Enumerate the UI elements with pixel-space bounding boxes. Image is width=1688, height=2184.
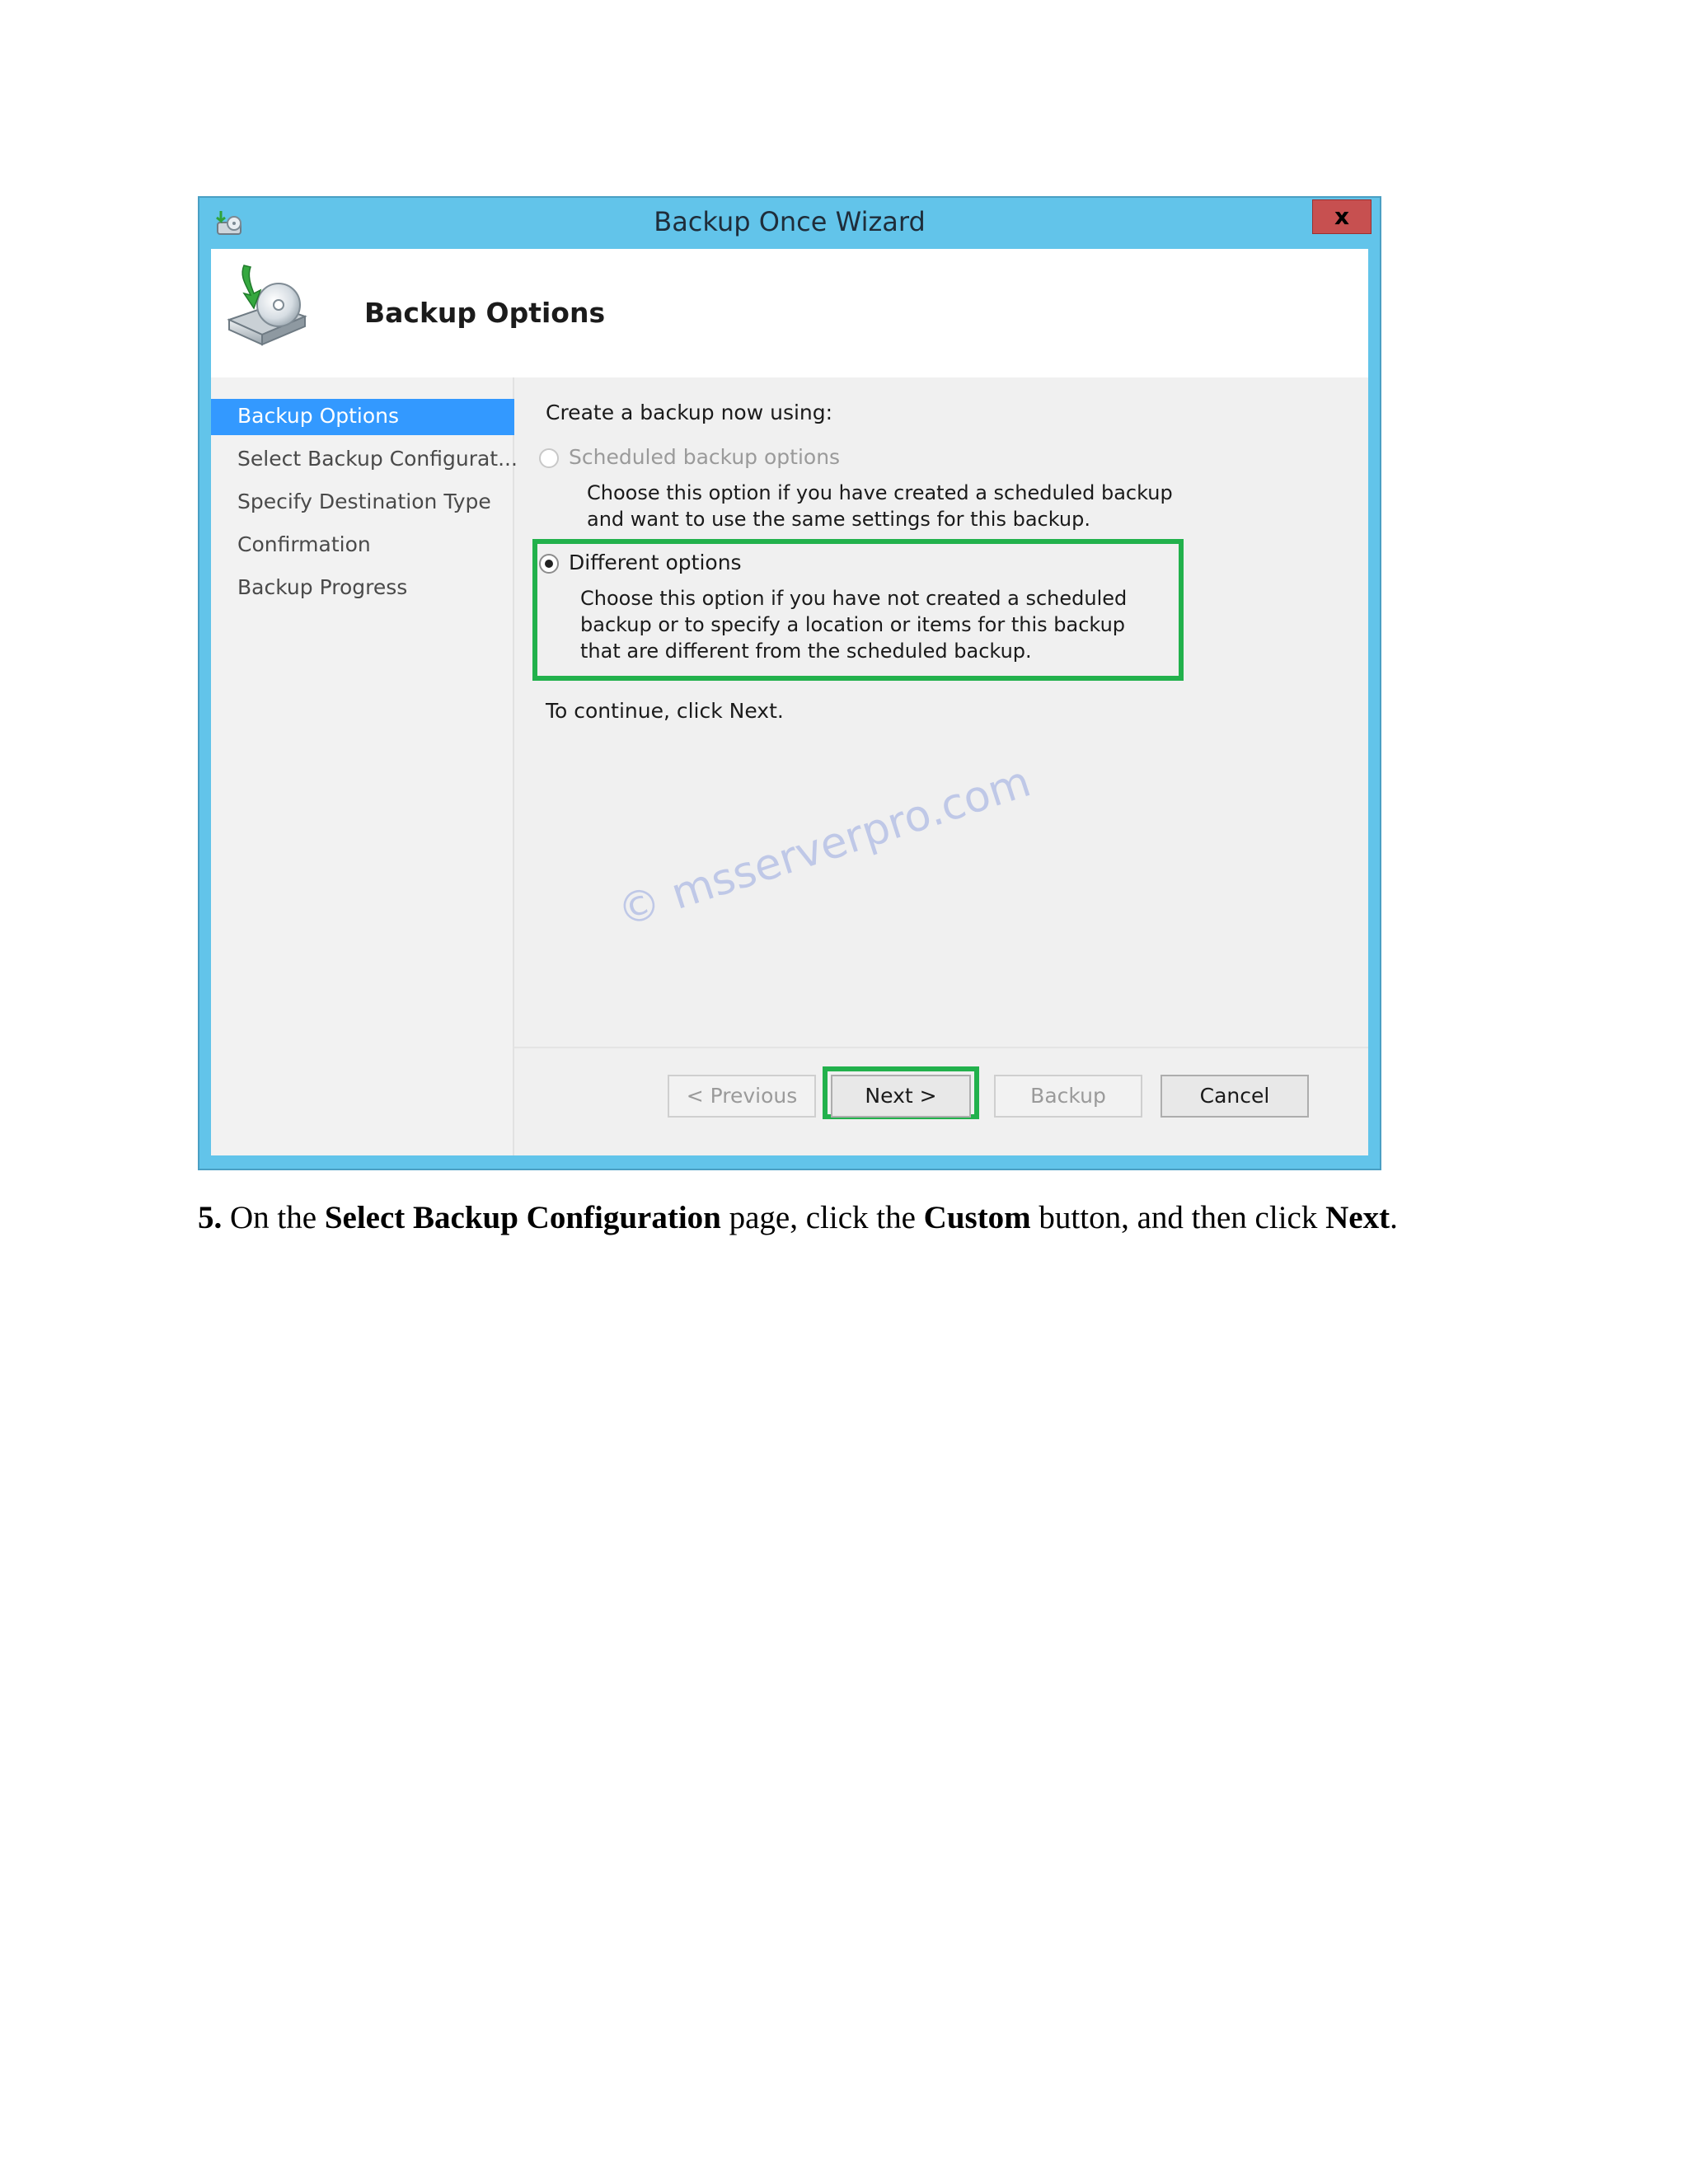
previous-button[interactable]: < Previous bbox=[668, 1075, 816, 1118]
backup-once-wizard-dialog: Backup Once Wizard x Backup Options Back… bbox=[198, 196, 1381, 1170]
step-instruction: 5. On the Select Backup Configuration pa… bbox=[198, 1197, 1434, 1240]
backup-button[interactable]: Backup bbox=[994, 1075, 1142, 1118]
page-title: Backup Options bbox=[364, 297, 606, 329]
sidebar-item-confirmation[interactable]: Confirmation bbox=[211, 527, 514, 564]
step-number: 5. bbox=[198, 1200, 223, 1235]
sidebar-item-select-backup-configuration[interactable]: Select Backup Configurat... bbox=[211, 442, 518, 478]
step-bold-button-name: Custom bbox=[923, 1200, 1031, 1235]
title-bar[interactable]: Backup Once Wizard x bbox=[199, 198, 1380, 249]
scheduled-options-radio[interactable] bbox=[539, 448, 559, 468]
scheduled-options-description: Choose this option if you have created a… bbox=[587, 481, 1173, 531]
next-button[interactable]: Next > bbox=[831, 1075, 971, 1118]
step-text-part4: . bbox=[1390, 1200, 1398, 1235]
window-title: Backup Once Wizard bbox=[654, 206, 926, 237]
wizard-content: Create a backup now using: Scheduled bac… bbox=[514, 377, 1368, 1155]
close-button[interactable]: x bbox=[1312, 199, 1372, 234]
different-options-description: Choose this option if you have not creat… bbox=[580, 587, 1128, 663]
step-text-part3: button, and then click bbox=[1039, 1200, 1318, 1235]
sidebar-item-specify-destination-type[interactable]: Specify Destination Type bbox=[211, 485, 514, 521]
wizard-client-area: Backup Options Backup Options Select Bac… bbox=[211, 249, 1368, 1155]
step-bold-page-name: Select Backup Configuration bbox=[324, 1200, 721, 1235]
footer-divider bbox=[514, 1047, 1368, 1048]
sidebar-item-backup-options[interactable]: Backup Options bbox=[211, 399, 514, 435]
sidebar-item-backup-progress[interactable]: Backup Progress bbox=[211, 570, 514, 607]
backup-drive-icon bbox=[227, 265, 307, 346]
step-bold-next: Next bbox=[1325, 1200, 1390, 1235]
step-text-part2: page, click the bbox=[729, 1200, 916, 1235]
scheduled-options-label: Scheduled backup options bbox=[569, 445, 841, 469]
step-text-part1: On the bbox=[230, 1200, 317, 1235]
wizard-steps-sidebar: Backup Options Select Backup Configurat.… bbox=[211, 377, 518, 1155]
cancel-button[interactable]: Cancel bbox=[1160, 1075, 1309, 1118]
continue-instruction: To continue, click Next. bbox=[546, 699, 784, 723]
radio-selected-dot bbox=[545, 560, 553, 568]
different-options-label: Different options bbox=[569, 551, 742, 574]
create-backup-prompt: Create a backup now using: bbox=[546, 401, 833, 424]
different-options-radio[interactable] bbox=[539, 554, 559, 574]
wizard-header: Backup Options bbox=[211, 249, 1368, 377]
